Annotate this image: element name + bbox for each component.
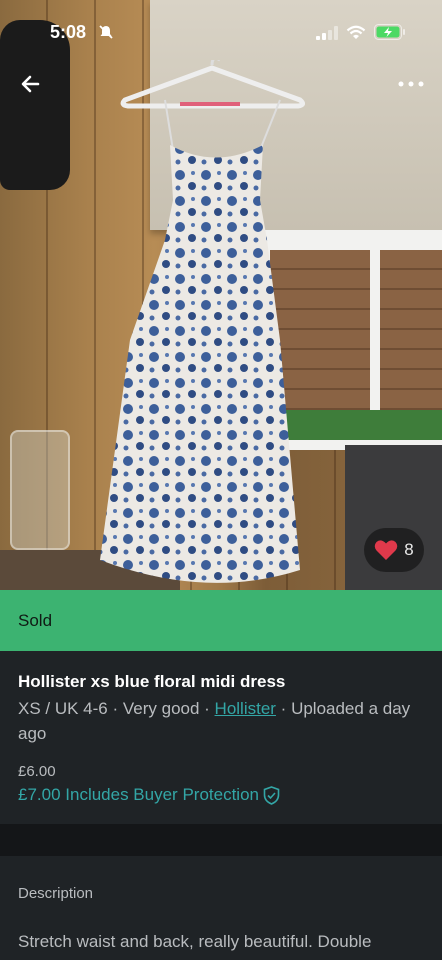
status-time: 5:08 bbox=[50, 22, 87, 42]
listing-title: Hollister xs blue floral midi dress bbox=[18, 672, 286, 691]
buyer-protection-label: £7.00 Includes Buyer Protection bbox=[18, 785, 259, 804]
like-count: 8 bbox=[404, 540, 414, 559]
listing-photo[interactable] bbox=[0, 0, 442, 590]
photo-fence-right bbox=[380, 250, 442, 410]
back-arrow-icon[interactable] bbox=[18, 70, 46, 98]
wifi-icon bbox=[346, 25, 366, 39]
shield-check-icon bbox=[263, 785, 280, 805]
meta-separator: · bbox=[107, 699, 123, 718]
description-section: Description Stretch waist and back, real… bbox=[0, 856, 442, 960]
bell-slash-icon bbox=[99, 25, 113, 39]
description-label: Description bbox=[18, 885, 94, 902]
listing-info: Hollister xs blue floral midi dress XS /… bbox=[0, 651, 442, 824]
description-text: Stretch waist and back, really beautiful… bbox=[18, 932, 372, 951]
section-divider bbox=[0, 824, 442, 856]
listing-price: £6.00 bbox=[18, 763, 56, 780]
heart-icon bbox=[375, 540, 398, 560]
photo-floral-dress bbox=[100, 99, 300, 583]
status-bar: 5:08 bbox=[0, 0, 442, 66]
sold-label: Sold bbox=[18, 610, 53, 630]
signal-icon bbox=[316, 26, 338, 40]
brand-link[interactable]: Hollister bbox=[215, 699, 276, 718]
more-options-icon[interactable] bbox=[396, 72, 426, 96]
meta-separator: · bbox=[275, 699, 292, 718]
buyer-protection-price[interactable]: £7.00 Includes Buyer Protection bbox=[18, 785, 424, 805]
listing-meta: XS / UK 4-6 · Very good · Hollister · Up… bbox=[18, 696, 424, 746]
listing-condition: Very good bbox=[122, 699, 200, 718]
like-button[interactable]: 8 bbox=[364, 528, 424, 572]
battery-charging-icon bbox=[374, 24, 405, 40]
listing-size: XS / UK 4-6 bbox=[18, 699, 108, 718]
photo-jar bbox=[10, 430, 70, 550]
meta-separator: · bbox=[199, 699, 215, 718]
sold-banner: Sold bbox=[0, 590, 442, 651]
